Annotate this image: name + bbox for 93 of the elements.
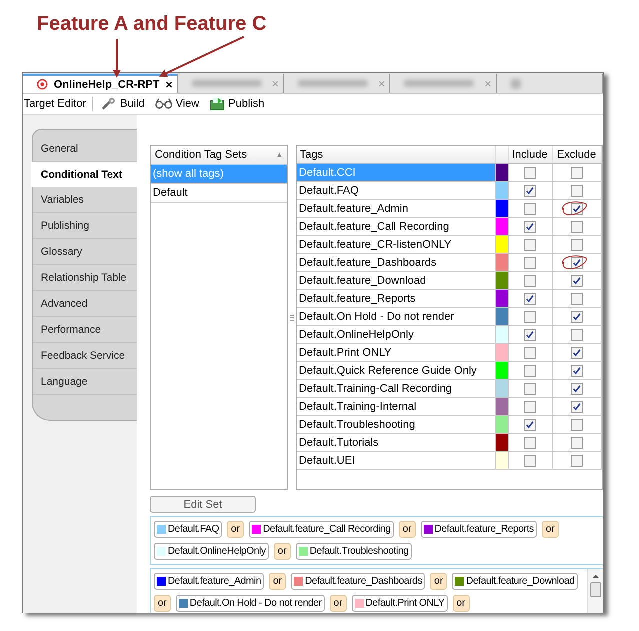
checkbox[interactable] xyxy=(524,292,536,305)
column-header[interactable]: Exclude xyxy=(552,146,602,164)
checkbox[interactable] xyxy=(570,274,583,287)
tag-chip[interactable]: Default.OnlineHelpOnly xyxy=(154,543,269,560)
tag-chip[interactable]: Default.feature_Call Recording xyxy=(249,521,394,538)
tag-set-item[interactable]: Default xyxy=(151,184,287,203)
checkbox[interactable] xyxy=(570,184,583,197)
checkbox[interactable] xyxy=(524,256,536,269)
or-operator: or xyxy=(330,595,347,612)
checkbox[interactable] xyxy=(524,202,536,215)
tag-name[interactable]: Default.FAQ xyxy=(297,182,495,200)
column-header[interactable]: Include xyxy=(508,146,552,164)
checkbox[interactable] xyxy=(570,166,583,179)
checkbox[interactable] xyxy=(570,220,583,233)
toolbar-button[interactable]: Build xyxy=(99,97,147,111)
or-operator: or xyxy=(452,595,470,612)
tag-chip[interactable]: Default.Print ONLY xyxy=(352,595,448,612)
checkbox[interactable] xyxy=(570,310,583,323)
splitter-grip[interactable] xyxy=(290,314,294,320)
tag-name[interactable]: Default.On Hold - Do not render xyxy=(297,308,495,326)
checkbox[interactable] xyxy=(570,382,583,395)
checkbox[interactable] xyxy=(524,274,536,287)
checkbox[interactable] xyxy=(524,400,536,413)
checkbox[interactable] xyxy=(570,454,583,467)
or-operator: or xyxy=(269,573,286,590)
document-tab[interactable] xyxy=(496,74,603,93)
blurred-text xyxy=(192,80,262,87)
checkbox[interactable] xyxy=(570,328,583,341)
checkbox[interactable] xyxy=(570,346,583,359)
checkbox[interactable] xyxy=(570,400,583,413)
checkbox[interactable] xyxy=(524,418,536,431)
tag-name[interactable]: Default.Training-Call Recording xyxy=(297,380,495,398)
tag-name[interactable]: Default.Training-Internal xyxy=(297,398,495,416)
checkbox[interactable] xyxy=(524,346,536,359)
edit-set-button[interactable]: Edit Set xyxy=(150,496,256,513)
document-tab[interactable]: OnlineHelp_CR-RPT × xyxy=(23,74,178,93)
tag-name[interactable]: Default.OnlineHelpOnly xyxy=(297,326,495,344)
checkbox[interactable] xyxy=(570,364,583,377)
settings-tab[interactable]: Conditional Text xyxy=(31,162,137,187)
checkbox[interactable] xyxy=(524,166,536,179)
checkbox[interactable] xyxy=(570,292,583,305)
checkbox[interactable] xyxy=(570,418,583,431)
checkbox[interactable] xyxy=(524,238,536,251)
tag-chip[interactable]: Default.feature_Reports xyxy=(420,521,538,538)
checkbox[interactable] xyxy=(524,184,536,197)
checkbox[interactable] xyxy=(570,238,583,251)
tag-chip[interactable]: Default.On Hold - Do not render xyxy=(176,595,325,612)
tag-name[interactable]: Default.feature_Dashboards xyxy=(297,254,495,272)
checkbox[interactable] xyxy=(524,220,536,233)
tag-name[interactable]: Default.UEI xyxy=(297,452,495,470)
glasses-icon xyxy=(154,98,173,110)
tag-name[interactable]: Default.Quick Reference Guide Only xyxy=(297,362,495,380)
tag-name[interactable]: Default.feature_Reports xyxy=(297,290,495,308)
checkbox[interactable] xyxy=(524,454,536,467)
column-header[interactable]: Tags xyxy=(297,146,495,164)
tag-chip[interactable]: Default.Troubleshooting xyxy=(296,543,412,560)
blurred-icon xyxy=(510,78,521,88)
or-operator: or xyxy=(398,521,416,538)
tag-name[interactable]: Default.feature_Download xyxy=(297,272,495,290)
checkbox[interactable] xyxy=(570,436,583,449)
tag-name[interactable]: Default.feature_Admin xyxy=(297,200,495,218)
build-icon xyxy=(101,97,118,111)
blurred-text xyxy=(298,80,368,87)
target-icon xyxy=(37,79,48,90)
checkbox[interactable] xyxy=(570,256,583,269)
or-operator: or xyxy=(542,521,559,538)
or-operator: or xyxy=(154,595,171,612)
checkbox[interactable] xyxy=(570,202,583,215)
tag-chip[interactable]: Default.feature_Admin xyxy=(154,573,264,590)
checkbox[interactable] xyxy=(524,328,536,341)
tag-chip[interactable]: Default.FAQ xyxy=(154,521,222,538)
toolbar-button[interactable]: Publish xyxy=(208,97,267,111)
checkbox[interactable] xyxy=(524,382,536,395)
tag-chip[interactable]: Default.feature_Dashboards xyxy=(291,573,426,590)
tag-name[interactable]: Default.feature_Call Recording xyxy=(297,218,495,236)
or-operator: or xyxy=(430,573,448,590)
or-operator: or xyxy=(227,521,244,538)
tag-chip[interactable]: Default.feature_Download xyxy=(452,573,578,590)
close-button[interactable]: × xyxy=(166,78,173,92)
toolbar-button[interactable]: View xyxy=(152,98,202,110)
tag-name[interactable]: Default.Troubleshooting xyxy=(297,416,495,434)
or-operator: or xyxy=(274,543,291,560)
tag-name[interactable]: Default.feature_CR-listenONLY xyxy=(297,236,495,254)
annotation-title: Feature A and Feature C xyxy=(37,13,267,36)
publish-icon xyxy=(210,97,226,111)
checkbox[interactable] xyxy=(524,364,536,377)
tag-name[interactable]: Default.Print ONLY xyxy=(297,344,495,362)
checkbox[interactable] xyxy=(524,310,536,323)
tag-name[interactable]: Default.Tutorials xyxy=(297,434,495,452)
blurred-text xyxy=(404,80,474,87)
annotation-arrow xyxy=(113,39,121,78)
editor-title: Target Editor xyxy=(24,98,86,110)
checkbox[interactable] xyxy=(524,436,536,449)
